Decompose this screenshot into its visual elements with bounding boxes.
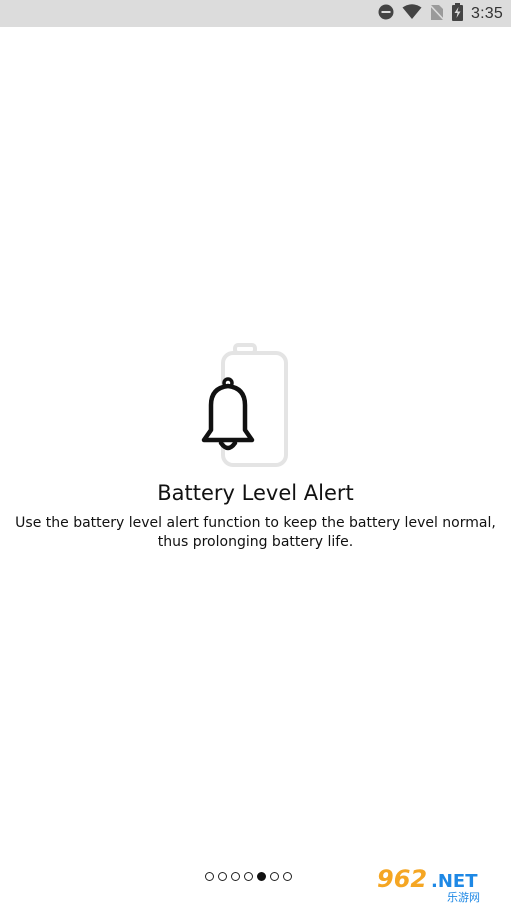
slide-description: Use the battery level alert function to … xyxy=(15,515,496,550)
svg-text:乐游网: 乐游网 xyxy=(447,891,480,903)
svg-text:.NET: .NET xyxy=(431,871,478,892)
wifi-icon xyxy=(402,4,422,24)
onboarding-screen: Battery Level Alert Use the battery leve… xyxy=(0,27,511,908)
page-indicator[interactable] xyxy=(205,872,292,881)
status-time: 3:35 xyxy=(471,5,503,22)
page-dot-7[interactable] xyxy=(283,872,292,881)
battery-charging-icon xyxy=(452,3,464,25)
bell-icon xyxy=(201,377,255,451)
page-dot-4[interactable] xyxy=(244,872,253,881)
watermark-logo: 962 .NET 乐游网 xyxy=(373,863,505,904)
page-dot-3[interactable] xyxy=(231,872,240,881)
page-dot-5[interactable] xyxy=(257,872,266,881)
status-icons: 3:35 xyxy=(378,3,503,25)
svg-text:962: 962 xyxy=(377,865,427,893)
status-bar: 3:35 xyxy=(0,0,511,27)
do-not-disturb-icon xyxy=(378,4,394,24)
hero-illustration xyxy=(195,343,295,469)
slide-title: Battery Level Alert xyxy=(157,481,354,505)
page-dot-2[interactable] xyxy=(218,872,227,881)
no-sim-icon xyxy=(429,3,445,25)
page-dot-1[interactable] xyxy=(205,872,214,881)
page-dot-6[interactable] xyxy=(270,872,279,881)
